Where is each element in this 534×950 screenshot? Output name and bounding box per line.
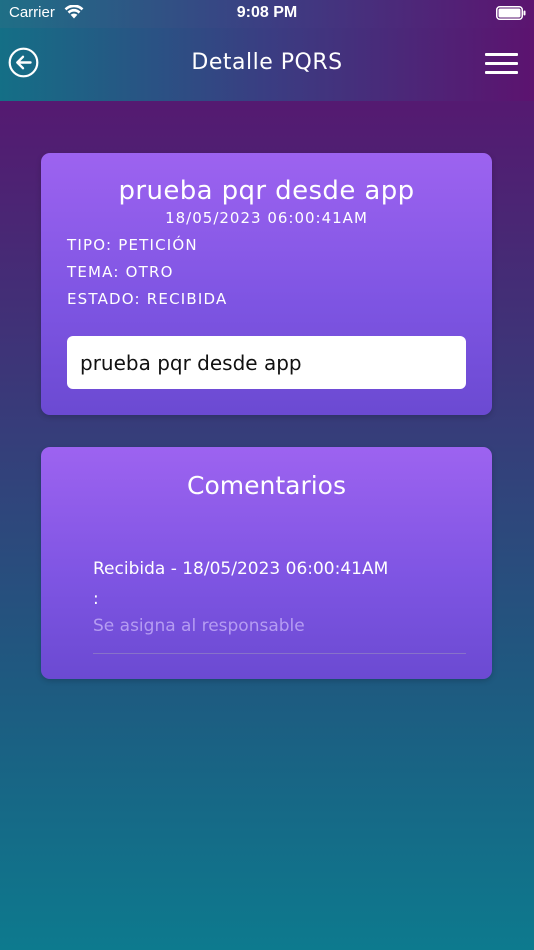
menu-button[interactable] bbox=[485, 53, 518, 75]
pqr-description: prueba pqr desde app bbox=[80, 351, 302, 375]
pqr-detail-card: prueba pqr desde app 18/05/2023 06:00:41… bbox=[41, 153, 492, 415]
status-time: 9:08 PM bbox=[236, 4, 298, 21]
hamburger-menu-icon bbox=[485, 53, 518, 56]
pqr-estado: ESTADO: RECIBIDA bbox=[67, 290, 228, 308]
pqr-description-box: prueba pqr desde app bbox=[67, 336, 466, 389]
comments-title: Comentarios bbox=[187, 471, 346, 500]
page-title: Detalle PQRS bbox=[191, 50, 343, 75]
comment-divider bbox=[93, 653, 466, 654]
hamburger-menu-icon bbox=[485, 62, 518, 65]
pqr-tipo: TIPO: PETICIÓN bbox=[67, 236, 198, 254]
battery-icon bbox=[496, 6, 526, 20]
pqr-tema: TEMA: OTRO bbox=[67, 263, 174, 281]
comment-separator: : bbox=[93, 589, 99, 609]
comments-card: Comentarios Recibida - 18/05/2023 06:00:… bbox=[41, 447, 492, 679]
comment-header: Recibida - 18/05/2023 06:00:41AM bbox=[93, 559, 389, 579]
status-bar: Carrier 9:08 PM bbox=[0, 0, 534, 28]
pqr-title: prueba pqr desde app bbox=[118, 176, 415, 206]
pqr-date: 18/05/2023 06:00:41AM bbox=[165, 209, 368, 227]
hamburger-menu-icon bbox=[485, 71, 518, 74]
comment-body: Se asigna al responsable bbox=[93, 616, 305, 636]
